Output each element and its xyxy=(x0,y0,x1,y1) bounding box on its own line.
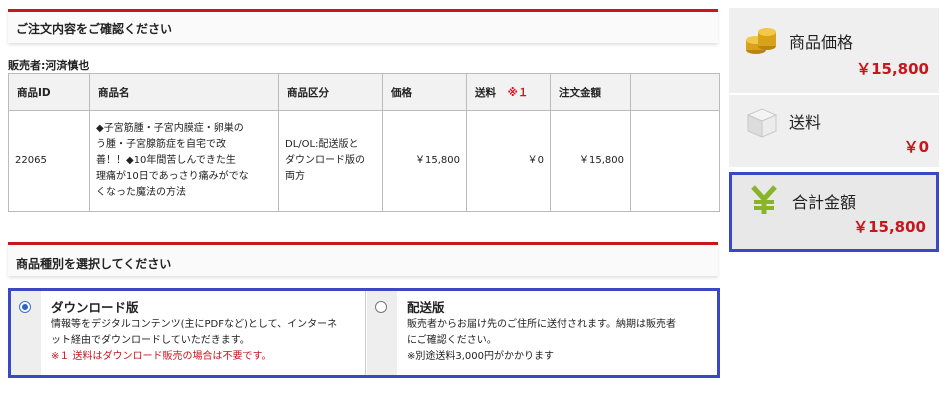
shipping-value: ￥0 xyxy=(903,138,929,156)
table-row: 22065 ◆子宮筋腫・子宮内膜症・卵巣の う腫・子宮腺筋症を自宅で改 善！！◆… xyxy=(8,110,720,212)
yen-icon xyxy=(751,185,777,214)
col-header-category: 商品区分 xyxy=(278,73,383,111)
col-header-name: 商品名 xyxy=(89,73,279,111)
table-header-row: 商品ID 商品名 商品区分 価格 送料 ※１ 注文金額 xyxy=(8,73,720,111)
summary-total-card: 合計金額 ￥15,800 xyxy=(729,172,939,252)
col-header-shipping: 送料 ※１ xyxy=(466,73,551,111)
product-name-line: う腫・子宮腺筋症を自宅で改 xyxy=(96,139,226,150)
product-name-line: くなった魔法の方法 xyxy=(96,187,186,198)
summary-price-card: 商品価格 ￥15,800 xyxy=(729,8,939,94)
order-table: 商品ID 商品名 商品区分 価格 送料 ※１ 注文金額 22065 ◆子宮筋腫・… xyxy=(8,73,720,212)
desc-line: 販売者からお届け先のご住所に送付されます。納期は販売者 xyxy=(407,319,676,330)
radio-delivery[interactable] xyxy=(375,301,387,313)
option-delivery-title: 配送版 xyxy=(407,300,445,315)
desc-line: 情報等をデジタルコンテンツ(主にPDFなど)として、インターネ xyxy=(51,319,338,330)
cell-empty xyxy=(630,110,720,212)
desc-line: ット経由でダウンロードしていただきます。 xyxy=(51,335,250,346)
product-type-header: 商品種別を選択してください xyxy=(8,242,718,276)
shipping-header-label: 送料 xyxy=(475,86,496,99)
cell-price: ￥15,800 xyxy=(382,110,467,212)
col-header-id: 商品ID xyxy=(8,73,90,111)
order-confirm-title: ご注文内容をご確認ください xyxy=(16,22,173,36)
cell-shipping: ￥0 xyxy=(466,110,551,212)
cell-order-total: ￥15,800 xyxy=(550,110,631,212)
radio-download[interactable] xyxy=(19,301,31,313)
option-delivery-desc: 販売者からお届け先のご住所に送付されます。納期は販売者 にご確認ください。 ※別… xyxy=(407,317,676,365)
cell-product-category: DL/OL:配送版と ダウンロード版の 両方 xyxy=(278,110,383,212)
desc-line: にご確認ください。 xyxy=(407,335,497,346)
product-type-title: 商品種別を選択してください xyxy=(16,257,172,271)
category-line: DL/OL:配送版と xyxy=(285,139,359,150)
col-header-total: 注文金額 xyxy=(550,73,631,111)
product-name-line: 善！！◆10年間苦しんできた生 xyxy=(96,155,236,166)
box-icon xyxy=(746,108,778,138)
product-type-options: ダウンロード版 情報等をデジタルコンテンツ(主にPDFなど)として、インターネ … xyxy=(8,288,720,378)
price-value: ￥15,800 xyxy=(856,60,929,78)
category-line: ダウンロード版の xyxy=(285,155,365,166)
option-delivery[interactable]: 配送版 販売者からお届け先のご住所に送付されます。納期は販売者 にご確認ください… xyxy=(367,291,717,375)
cell-product-id: 22065 xyxy=(8,110,90,212)
radio-column xyxy=(11,291,41,375)
product-name-line: 理痛が10日であっさり痛みがでな xyxy=(96,171,249,182)
summary-shipping-card: 送料 ￥0 xyxy=(729,95,939,167)
option-download-desc: 情報等をデジタルコンテンツ(主にPDFなど)として、インターネ ット経由でダウン… xyxy=(51,317,337,365)
product-name-line: ◆子宮筋腫・子宮内膜症・卵巣の xyxy=(96,123,244,134)
option-download-title: ダウンロード版 xyxy=(51,300,139,315)
total-value: ￥15,800 xyxy=(853,218,926,236)
cell-product-name: ◆子宮筋腫・子宮内膜症・卵巣の う腫・子宮腺筋症を自宅で改 善！！◆10年間苦し… xyxy=(89,110,279,212)
col-header-price: 価格 xyxy=(382,73,467,111)
shipping-label: 送料 xyxy=(789,113,822,132)
radio-column xyxy=(367,291,397,375)
shipping-note: ※１ 送料はダウンロード販売の場合は不要です。 xyxy=(51,351,272,362)
price-label: 商品価格 xyxy=(789,33,854,52)
shipping-note-mark: ※１ xyxy=(507,86,529,99)
option-download[interactable]: ダウンロード版 情報等をデジタルコンテンツ(主にPDFなど)として、インターネ … xyxy=(11,291,366,375)
category-line: 両方 xyxy=(285,171,305,182)
seller-name: 販売者:河済慎也 xyxy=(8,59,90,72)
total-label: 合計金額 xyxy=(792,193,857,212)
desc-line: ※別途送料3,000円がかかります xyxy=(407,351,555,362)
coins-icon xyxy=(746,28,776,54)
col-header-empty xyxy=(630,73,720,111)
order-confirm-header: ご注文内容をご確認ください xyxy=(8,9,718,43)
